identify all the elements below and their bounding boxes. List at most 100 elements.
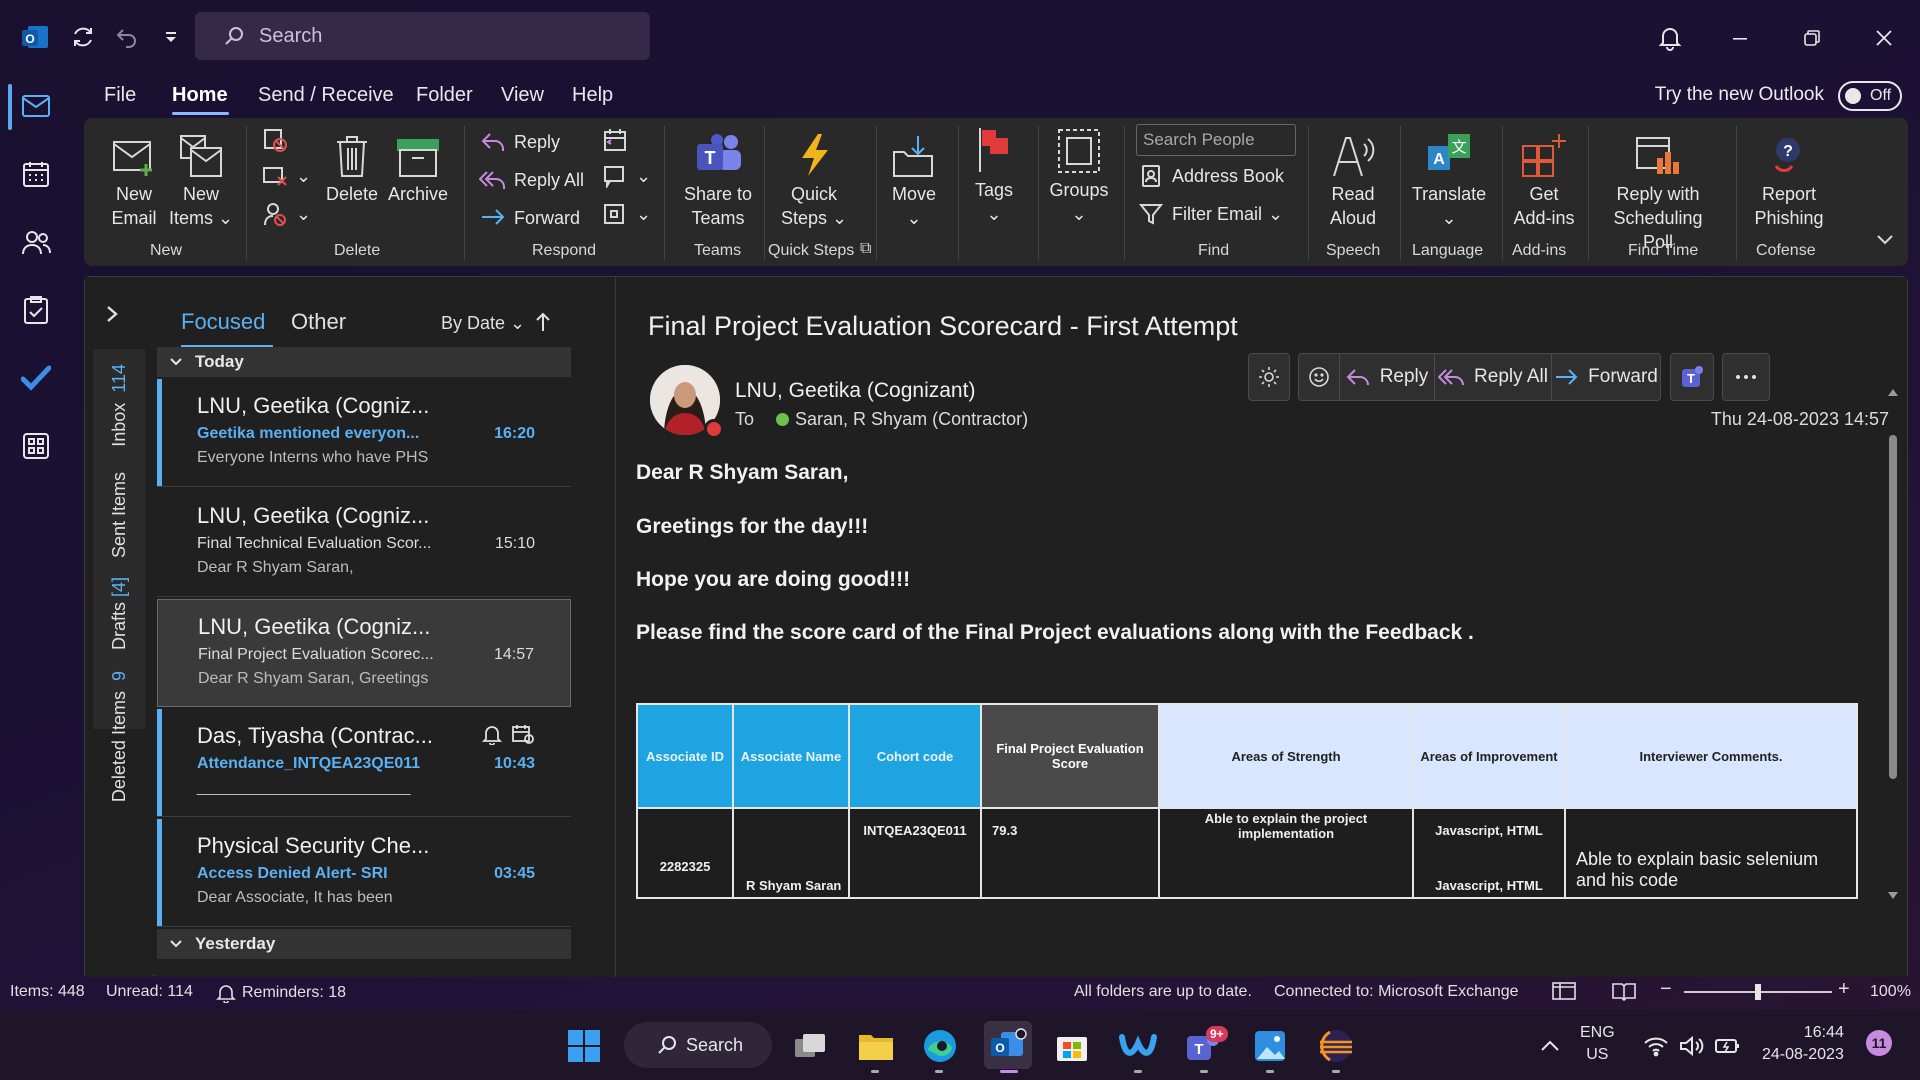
tab-help[interactable]: Help (572, 84, 613, 107)
reading-pane-scrollbar[interactable] (1887, 387, 1899, 927)
people-icon[interactable] (14, 220, 58, 264)
todo-icon[interactable] (14, 356, 58, 400)
scrollbar-thumb[interactable] (1889, 435, 1897, 779)
microsoft-store-icon[interactable] (1050, 1024, 1094, 1068)
reading-forward-button[interactable]: Forward (1551, 353, 1661, 401)
system-clock[interactable]: 16:44 24-08-2023 (1762, 1022, 1844, 1066)
translate-button[interactable]: A文 Translate ⌄ (1406, 128, 1492, 230)
sort-by-date-button[interactable]: By Date ⌄ (441, 313, 525, 334)
battery-charging-icon[interactable] (1706, 1024, 1750, 1068)
share-to-teams-button[interactable]: T Share to Teams (676, 128, 760, 230)
reply-button[interactable]: Reply (478, 128, 560, 156)
tab-file[interactable]: File (104, 84, 136, 107)
reading-reply-button[interactable]: Reply (1339, 353, 1435, 401)
zoom-in-button[interactable]: + (1838, 978, 1850, 1001)
tasks-icon[interactable] (14, 288, 58, 332)
group-header-yesterday[interactable]: Yesterday (157, 929, 571, 959)
tab-other[interactable]: Other (291, 309, 346, 335)
input-language-indicator[interactable]: ENG US (1580, 1022, 1615, 1066)
new-email-button[interactable]: New Email (104, 128, 164, 230)
normal-view-icon[interactable] (1552, 981, 1576, 1001)
folder-deleted-items[interactable]: Deleted Items 9 (93, 667, 145, 807)
eclipse-ide-icon[interactable] (1314, 1024, 1358, 1068)
notification-center-badge[interactable]: 11 (1866, 1030, 1892, 1056)
cleanup-button[interactable]: ⌄ (260, 162, 311, 190)
reaction-button[interactable] (1298, 353, 1340, 401)
forward-button[interactable]: Forward (478, 204, 580, 232)
list-item[interactable]: Das, Tiyasha (Contrac... Attendance_INTQ… (157, 709, 571, 817)
folder-drafts[interactable]: Drafts [4] (93, 573, 145, 655)
archive-button[interactable]: Archive (386, 128, 450, 206)
show-hidden-icons-chevron-icon[interactable] (1528, 1024, 1572, 1068)
calendar-icon[interactable] (14, 152, 58, 196)
list-item-selected[interactable]: LNU, Geetika (Cogniz... Final Project Ev… (157, 599, 571, 707)
scroll-up-arrow-icon[interactable] (1887, 387, 1899, 397)
scroll-down-arrow-icon[interactable] (1887, 891, 1899, 901)
more-actions-button[interactable] (1722, 353, 1770, 401)
new-items-button[interactable]: New Items ⌄ (168, 128, 234, 230)
more-respond-button[interactable]: ⌄ (600, 200, 651, 228)
tab-home[interactable]: Home (172, 84, 228, 107)
folder-sent-items[interactable]: Sent Items (93, 463, 145, 567)
undo-icon[interactable] (110, 20, 144, 54)
taskbar-search-button[interactable]: Search (624, 1022, 772, 1068)
dialog-launcher-icon[interactable]: ⧉ (860, 240, 871, 258)
list-item[interactable]: LNU, Geetika (Cogniz... Geetika mentione… (157, 379, 571, 487)
tags-button[interactable]: Tags ⌄ (964, 124, 1024, 226)
groups-button[interactable]: Groups ⌄ (1046, 124, 1112, 226)
im-reply-button[interactable]: ⌄ (600, 162, 651, 190)
file-explorer-icon[interactable] (854, 1024, 898, 1068)
get-addins-button[interactable]: Get Add-ins (1508, 128, 1580, 230)
teams-chat-button[interactable]: T (1670, 353, 1714, 401)
recipient-name[interactable]: Saran, R Shyam (Contractor) (795, 409, 1028, 430)
list-item[interactable]: LNU, Geetika (Cogniz... Final Technical … (157, 489, 571, 597)
search-people-input[interactable]: Search People (1136, 124, 1296, 156)
reply-scheduling-poll-button[interactable]: Reply with Scheduling Poll (1596, 128, 1720, 254)
zoom-out-button[interactable]: − (1660, 978, 1672, 1001)
customize-toolbar-icon[interactable] (154, 20, 188, 54)
reminders-button[interactable]: Reminders: 18 (216, 983, 346, 1003)
reply-all-button[interactable]: Reply All (478, 166, 584, 194)
outlook-taskbar-icon[interactable]: O (984, 1021, 1032, 1069)
address-book-button[interactable]: Address Book (1136, 162, 1284, 190)
zoom-thumb[interactable] (1755, 984, 1761, 1000)
tab-view[interactable]: View (501, 84, 544, 107)
junk-button[interactable]: ⌄ (260, 200, 311, 228)
close-button[interactable] (1864, 18, 1904, 58)
group-header-today[interactable]: Today (157, 347, 571, 377)
meeting-reply-button[interactable] (600, 126, 636, 154)
sort-direction-arrow-icon[interactable] (535, 311, 551, 333)
tab-folder[interactable]: Folder (416, 84, 473, 107)
restore-button[interactable] (1792, 18, 1832, 58)
zoom-slider[interactable] (1684, 984, 1832, 1000)
photos-icon[interactable] (1248, 1024, 1292, 1068)
webex-icon[interactable] (1116, 1024, 1160, 1068)
edge-browser-icon[interactable] (918, 1024, 962, 1068)
reading-reply-all-button[interactable]: Reply All (1434, 353, 1552, 401)
theme-toggle-button[interactable] (1248, 353, 1290, 401)
sender-name[interactable]: LNU, Geetika (Cognizant) (735, 379, 975, 403)
ignore-button[interactable] (260, 126, 296, 154)
mail-icon[interactable] (14, 84, 58, 128)
read-aloud-button[interactable]: Read Aloud (1320, 128, 1386, 230)
tab-focused[interactable]: Focused (181, 309, 265, 335)
minimize-button[interactable] (1720, 18, 1760, 58)
reading-view-icon[interactable] (1612, 981, 1636, 1001)
list-item[interactable]: Physical Security Che... Access Denied A… (157, 819, 571, 927)
tab-send-receive[interactable]: Send / Receive (258, 84, 394, 107)
start-windows-icon[interactable] (562, 1024, 606, 1068)
apps-icon[interactable] (14, 424, 58, 468)
quick-steps-button[interactable]: Quick Steps ⌄ (774, 128, 854, 230)
notifications-bell-icon[interactable] (1650, 18, 1690, 58)
ribbon-collapse-chevron-icon[interactable] (1876, 234, 1894, 246)
report-phishing-button[interactable]: ? Report Phishing (1744, 128, 1834, 230)
delete-button[interactable]: Delete (324, 128, 380, 206)
sync-icon[interactable] (66, 20, 100, 54)
folder-inbox[interactable]: Inbox 114 (93, 357, 145, 453)
filter-email-button[interactable]: Filter Email ⌄ (1136, 200, 1283, 228)
search-input[interactable]: Search (195, 12, 650, 60)
task-view-icon[interactable] (788, 1024, 832, 1068)
new-outlook-toggle[interactable]: Off (1838, 81, 1902, 111)
move-button[interactable]: Move ⌄ (884, 128, 944, 230)
expand-folder-pane-chevron-icon[interactable] (105, 305, 119, 323)
